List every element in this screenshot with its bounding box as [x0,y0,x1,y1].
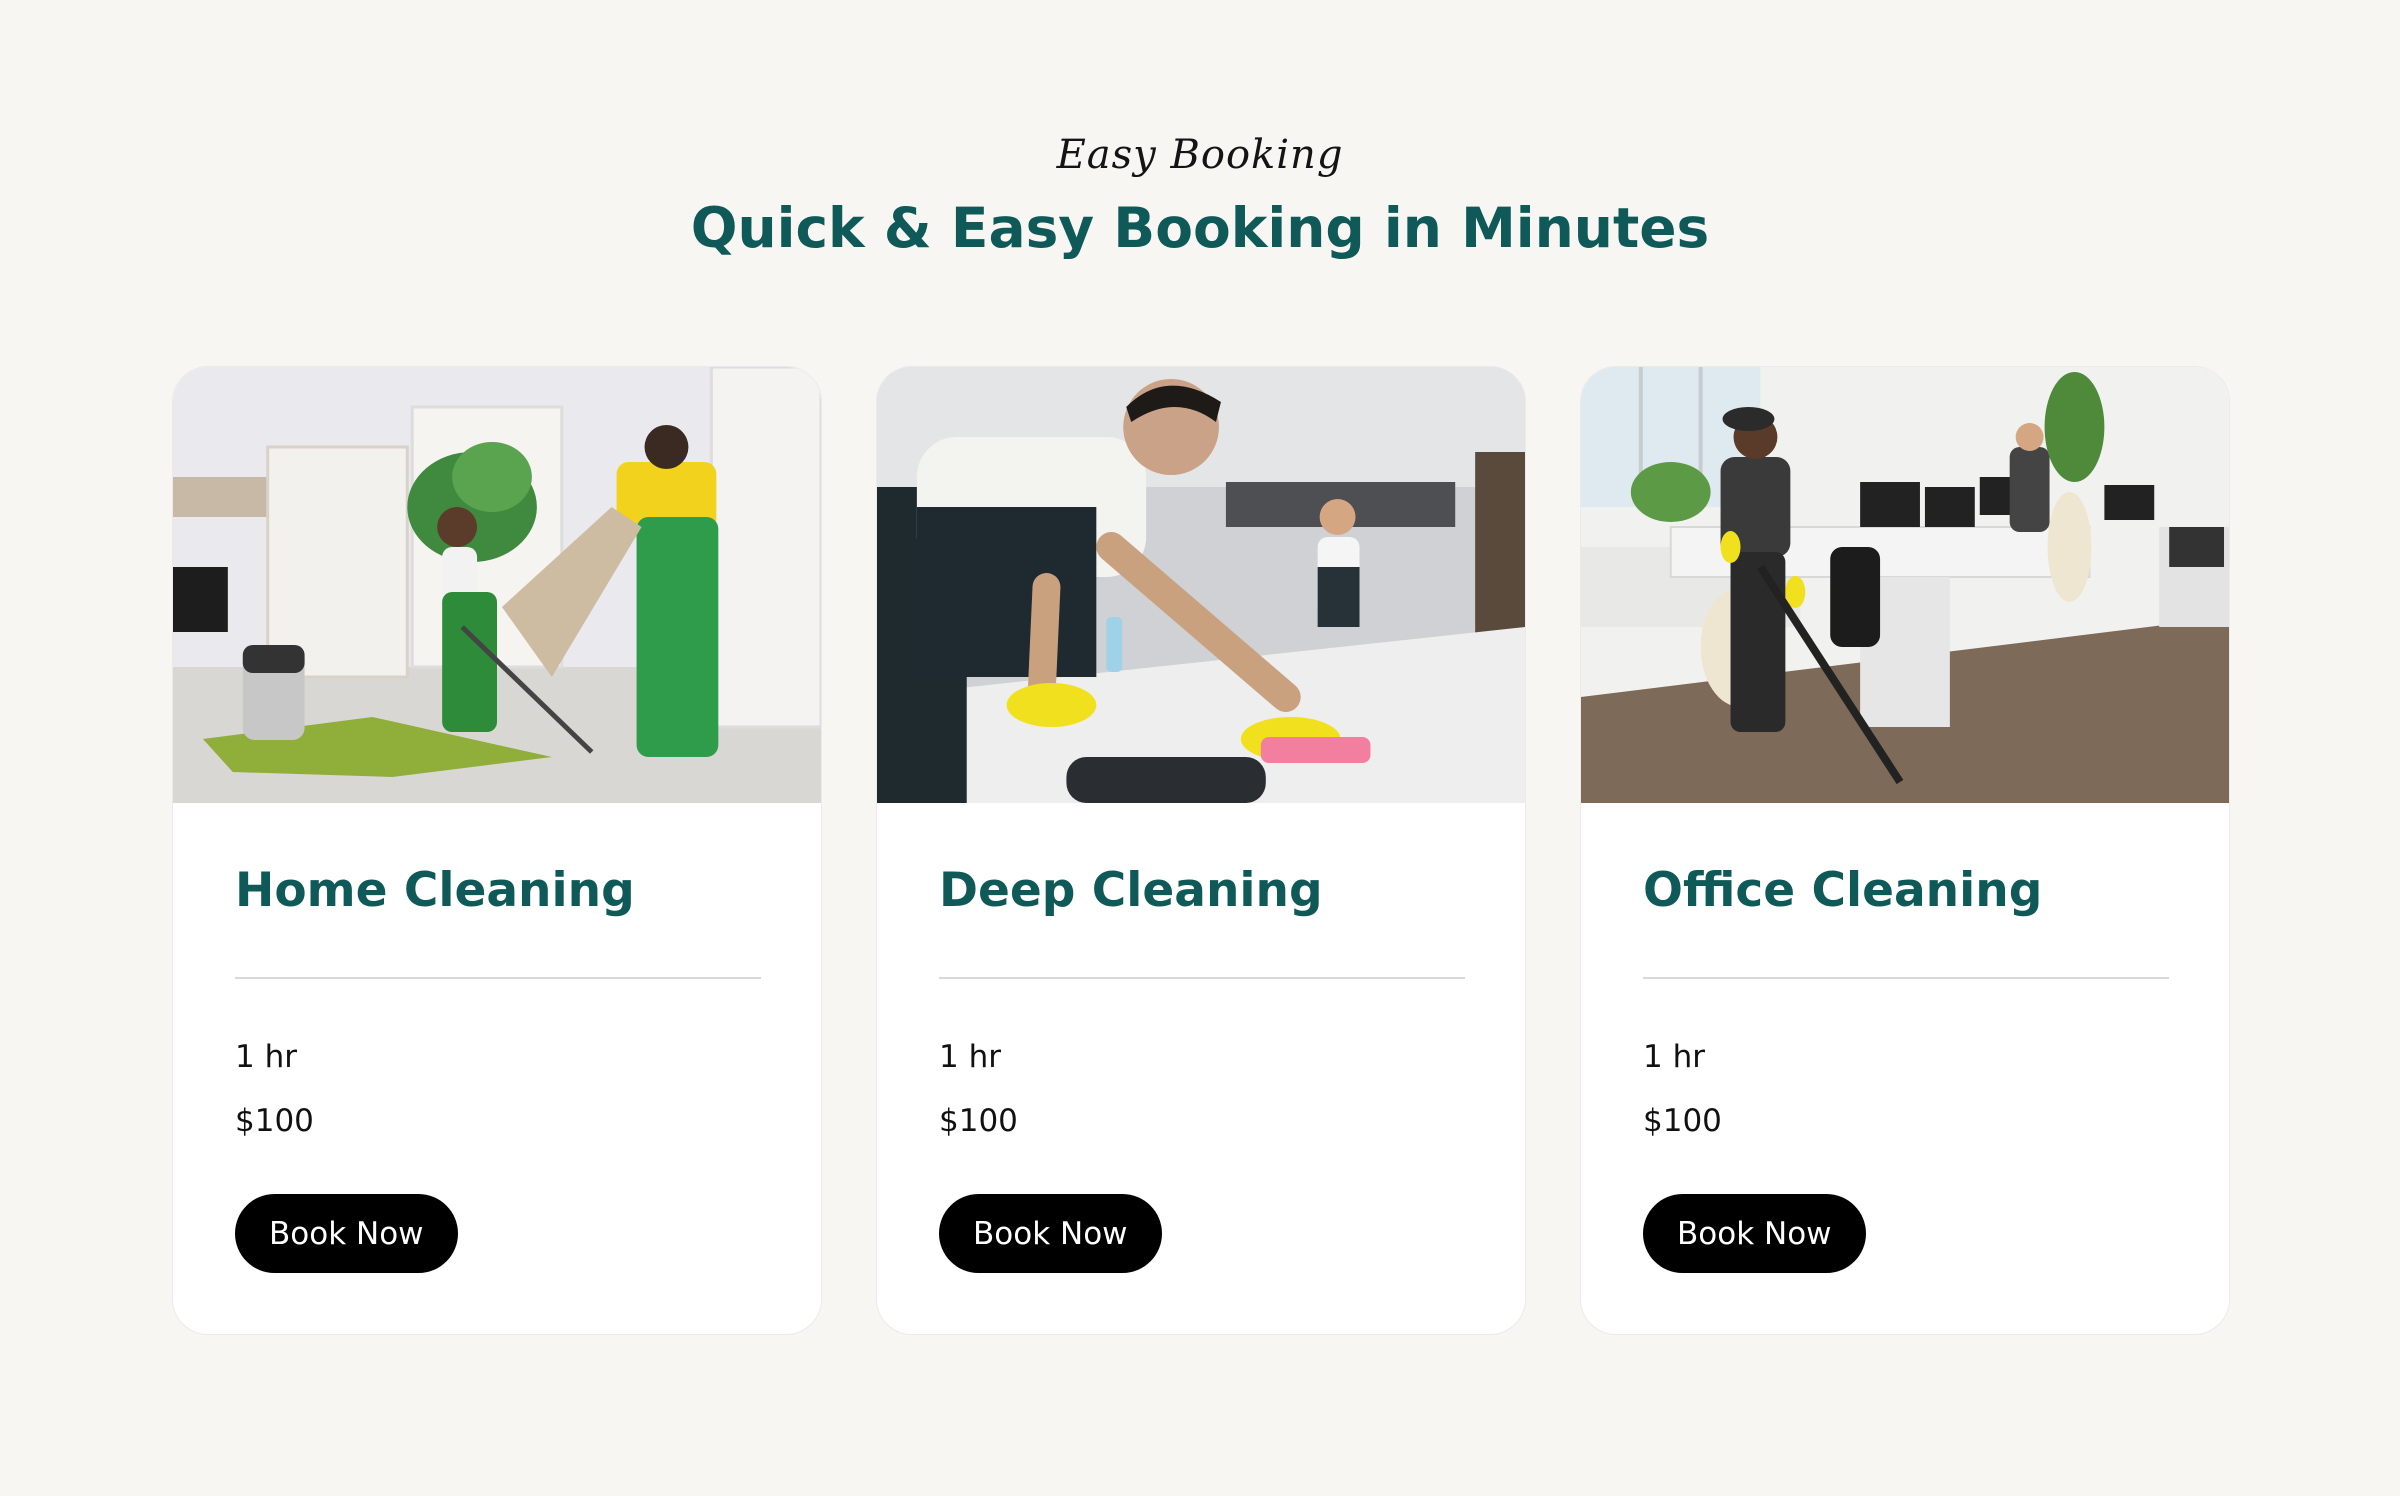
section-title: Quick & Easy Booking in Minutes [690,196,1710,260]
card-duration: 1 hr [1643,1039,1705,1075]
card-duration: 1 hr [939,1039,1001,1075]
card-divider [939,977,1465,979]
office-cleaning-photo [1581,367,2229,803]
card-title: Deep Cleaning [939,863,1323,918]
book-now-button-deep-cleaning[interactable]: Book Now [939,1194,1162,1273]
service-card-office-cleaning: Office Cleaning 1 hr $100 Book Now [1580,366,2230,1335]
service-card-home-cleaning: Home Cleaning 1 hr $100 Book Now [172,366,822,1335]
card-price: $100 [1643,1103,1722,1139]
service-card-deep-cleaning: Deep Cleaning 1 hr $100 Book Now [876,366,1526,1335]
home-cleaning-photo [173,367,821,803]
card-price: $100 [939,1103,1018,1139]
card-title: Home Cleaning [235,863,635,918]
card-duration: 1 hr [235,1039,297,1075]
section-eyebrow: Easy Booking [1056,132,1344,178]
card-price: $100 [235,1103,314,1139]
deep-cleaning-photo [877,367,1525,803]
book-now-button-office-cleaning[interactable]: Book Now [1643,1194,1866,1273]
card-divider [235,977,761,979]
card-divider [1643,977,2169,979]
book-now-button-home-cleaning[interactable]: Book Now [235,1194,458,1273]
card-title: Office Cleaning [1643,863,2043,918]
service-cards: Home Cleaning 1 hr $100 Book Now Deep Cl… [172,366,2230,1335]
